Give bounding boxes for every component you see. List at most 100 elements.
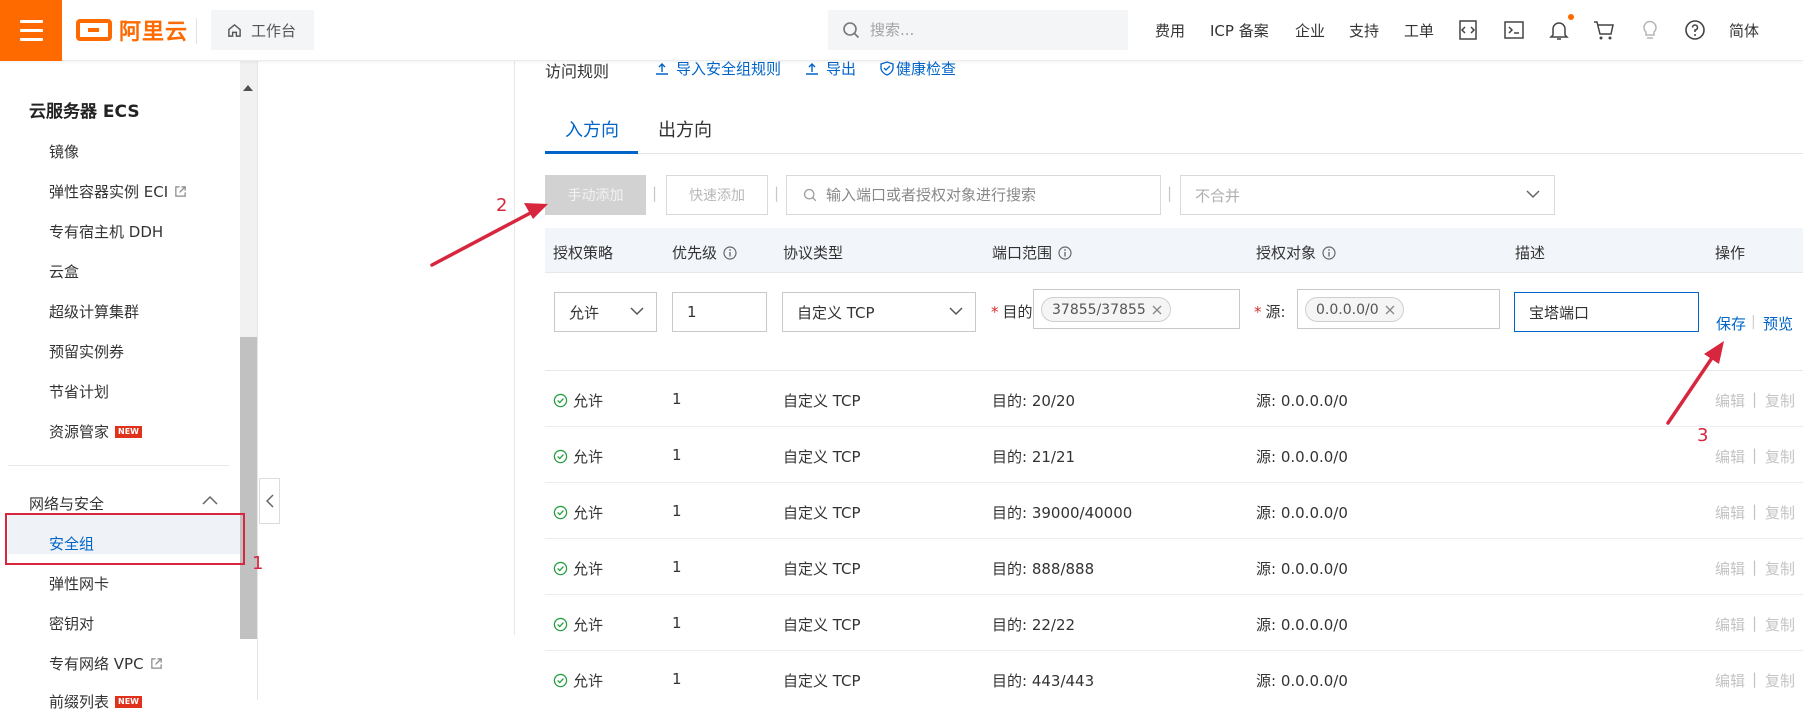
health-check-link[interactable]: 健康检查 — [880, 58, 956, 79]
tab-inbound[interactable]: 入方向 — [565, 116, 619, 142]
sidebar-item-vpc[interactable]: 专有网络 VPC — [49, 653, 163, 674]
sidebar-item-eci[interactable]: 弹性容器实例 ECI — [49, 181, 187, 202]
manual-add-button[interactable]: 手动添加 — [545, 175, 646, 215]
nav-ticket[interactable]: 工单 — [1404, 20, 1434, 41]
nav-icp[interactable]: ICP 备案 — [1210, 20, 1269, 41]
nav-billing[interactable]: 费用 — [1155, 20, 1185, 41]
tab-outbound[interactable]: 出方向 — [658, 116, 712, 142]
language-switch[interactable]: 简体 — [1729, 20, 1759, 41]
priority-input[interactable] — [672, 292, 767, 332]
import-rules-link[interactable]: 导入安全组规则 — [655, 58, 781, 79]
sidebar-item-ddh[interactable]: 专有宿主机 DDH — [49, 221, 163, 242]
merge-select[interactable]: 不合并 — [1180, 175, 1555, 215]
sidebar-item-reserved[interactable]: 预留实例券 — [49, 341, 124, 362]
cart-icon[interactable] — [1592, 18, 1616, 42]
merge-select-value: 不合并 — [1195, 186, 1241, 205]
sidebar-item-eni[interactable]: 弹性网卡 — [49, 573, 109, 594]
info-icon[interactable] — [723, 245, 737, 260]
table-row: 允许 1 自定义 TCP 目的: 888/888 源: 0.0.0.0/0 编辑… — [545, 539, 1803, 595]
action-separator: | — [1752, 614, 1758, 632]
copy-action[interactable]: 复制 — [1765, 614, 1795, 635]
global-search[interactable] — [828, 10, 1128, 50]
rules-table-header: 授权策略 优先级 协议类型 端口范围 授权对象 描述 操作 — [545, 228, 1803, 273]
check-circle-icon — [553, 393, 568, 408]
copy-action[interactable]: 复制 — [1765, 558, 1795, 579]
help-icon[interactable] — [1683, 18, 1707, 42]
action-separator: | — [1752, 446, 1758, 464]
copy-action[interactable]: 复制 — [1765, 446, 1795, 467]
edit-action[interactable]: 编辑 — [1715, 558, 1745, 579]
policy-select[interactable]: 允许 — [554, 292, 657, 332]
edit-action[interactable]: 编辑 — [1715, 670, 1745, 691]
chevron-up-icon[interactable] — [202, 495, 218, 505]
annotation-step-1: 1 — [252, 553, 264, 574]
search-icon — [843, 22, 860, 39]
action-separator: | — [1752, 558, 1758, 576]
rule-search-input[interactable] — [826, 186, 1146, 204]
sidebar-scrollbar-thumb[interactable] — [240, 337, 257, 639]
chevron-down-icon — [630, 307, 644, 316]
info-icon[interactable] — [1058, 245, 1072, 260]
global-search-input[interactable] — [870, 21, 1110, 39]
menu-icon[interactable] — [0, 0, 62, 61]
code-icon[interactable] — [1456, 18, 1480, 42]
protocol-select-value: 自定义 TCP — [797, 303, 875, 322]
copy-action[interactable]: 复制 — [1765, 670, 1795, 691]
copy-action[interactable]: 复制 — [1765, 502, 1795, 523]
edit-action[interactable]: 编辑 — [1715, 614, 1745, 635]
export-link[interactable]: 导出 — [805, 58, 856, 79]
terminal-icon[interactable] — [1502, 18, 1526, 42]
scroll-up-arrow-icon[interactable] — [243, 85, 253, 91]
action-separator: | — [1752, 670, 1758, 688]
policy-cell: 允许 — [553, 670, 603, 691]
annotation-step-2: 2 — [496, 195, 508, 216]
sidebar-item-savings-plan[interactable]: 节省计划 — [49, 381, 109, 402]
edit-action[interactable]: 编辑 — [1715, 446, 1745, 467]
policy-value: 允许 — [573, 448, 604, 466]
info-icon[interactable] — [1322, 245, 1336, 260]
description-input[interactable] — [1514, 292, 1699, 332]
sidebar-item-image[interactable]: 镜像 — [49, 141, 79, 162]
port-range-input[interactable]: 37855/37855 — [1033, 289, 1240, 329]
lightbulb-icon[interactable] — [1638, 18, 1662, 42]
sidebar-group-network-security[interactable]: 网络与安全 — [29, 493, 104, 514]
sidebar-item-prefix-list[interactable]: 前缀列表 NEW — [49, 691, 142, 712]
sidebar-item-label: 前缀列表 — [49, 693, 110, 711]
policy-value: 允许 — [573, 504, 604, 522]
quick-add-button[interactable]: 快速添加 — [666, 175, 768, 215]
close-icon[interactable] — [1385, 305, 1395, 315]
nav-support[interactable]: 支持 — [1349, 20, 1379, 41]
toolbar-separator: | — [774, 184, 780, 202]
rule-search-box[interactable] — [786, 175, 1161, 215]
preview-button[interactable]: 预览 — [1763, 313, 1793, 334]
policy-value: 允许 — [573, 560, 604, 578]
section-title: 访问规则 — [545, 62, 610, 81]
source-input[interactable]: 0.0.0.0/0 — [1297, 289, 1500, 329]
nav-enterprise[interactable]: 企业 — [1295, 20, 1325, 41]
table-row: 允许 1 自定义 TCP 目的: 39000/40000 源: 0.0.0.0/… — [545, 483, 1803, 539]
port-cell: 目的: 20/20 — [992, 392, 1076, 410]
upload-icon — [656, 62, 668, 75]
source-label-text: 源: — [1265, 303, 1286, 321]
top-bar: 阿里云 工作台 费用 ICP 备案 企业 支持 工单 简体 — [0, 0, 1803, 61]
col-priority-label: 优先级 — [672, 244, 718, 262]
sidebar: 云服务器 ECS 镜像 弹性容器实例 ECI 专有宿主机 DDH 云盒 超级计算… — [0, 61, 258, 711]
bell-icon[interactable] — [1547, 18, 1571, 42]
sidebar-item-hpc[interactable]: 超级计算集群 — [49, 301, 139, 322]
workbench-button[interactable]: 工作台 — [211, 10, 314, 50]
sidebar-item-cloud-box[interactable]: 云盒 — [49, 261, 79, 282]
col-auth-object: 授权对象 — [1256, 242, 1336, 263]
copy-action[interactable]: 复制 — [1765, 390, 1795, 411]
sidebar-item-label: 镜像 — [49, 143, 80, 161]
sidebar-item-resource-manager[interactable]: 资源管家 NEW — [49, 421, 142, 442]
sidebar-collapse-button[interactable] — [259, 478, 280, 524]
aliyun-logo[interactable]: 阿里云 — [76, 14, 188, 46]
close-icon[interactable] — [1152, 305, 1162, 315]
edit-action[interactable]: 编辑 — [1715, 502, 1745, 523]
edit-action[interactable]: 编辑 — [1715, 390, 1745, 411]
save-button[interactable]: 保存 — [1716, 313, 1746, 334]
col-auth-object-label: 授权对象 — [1256, 244, 1317, 262]
sidebar-item-key-pair[interactable]: 密钥对 — [49, 613, 94, 634]
active-tab-indicator — [545, 151, 638, 154]
protocol-select[interactable]: 自定义 TCP — [782, 292, 976, 332]
